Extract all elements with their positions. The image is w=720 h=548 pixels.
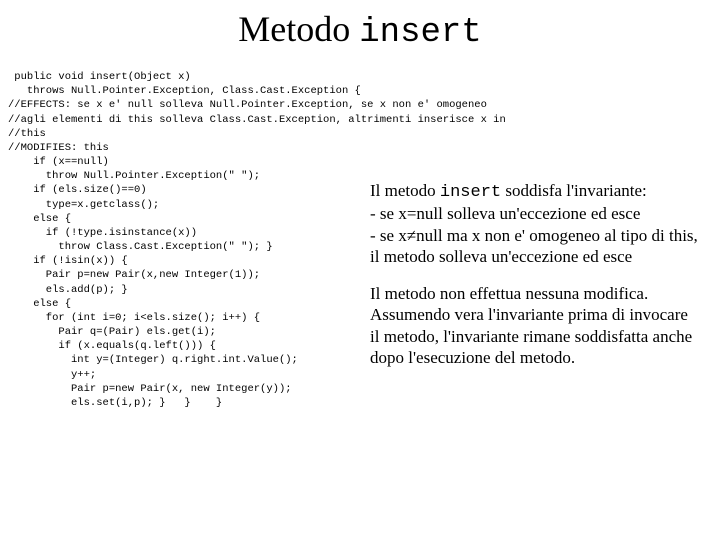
p1-mono: insert: [440, 183, 501, 202]
title-code: insert: [359, 14, 481, 52]
slide: Metodo insert public void insert(Object …: [0, 8, 720, 548]
content-area: public void insert(Object x) throws Null…: [0, 70, 720, 410]
p1-line1: - se x=null solleva un'eccezione ed esce: [370, 204, 640, 223]
slide-title: Metodo insert: [0, 8, 720, 52]
explanation-text: Il metodo insert soddisfa l'invariante: …: [370, 180, 700, 384]
paragraph-modification: Il metodo non effettua nessuna modifica.…: [370, 283, 700, 368]
p1-line2: - se x≠null ma x non e' omogeneo al tipo…: [370, 226, 698, 266]
p1-tail: soddisfa l'invariante:: [501, 181, 647, 200]
paragraph-invariant: Il metodo insert soddisfa l'invariante: …: [370, 180, 700, 267]
p1-lead: Il metodo: [370, 181, 440, 200]
title-text: Metodo: [238, 9, 359, 49]
